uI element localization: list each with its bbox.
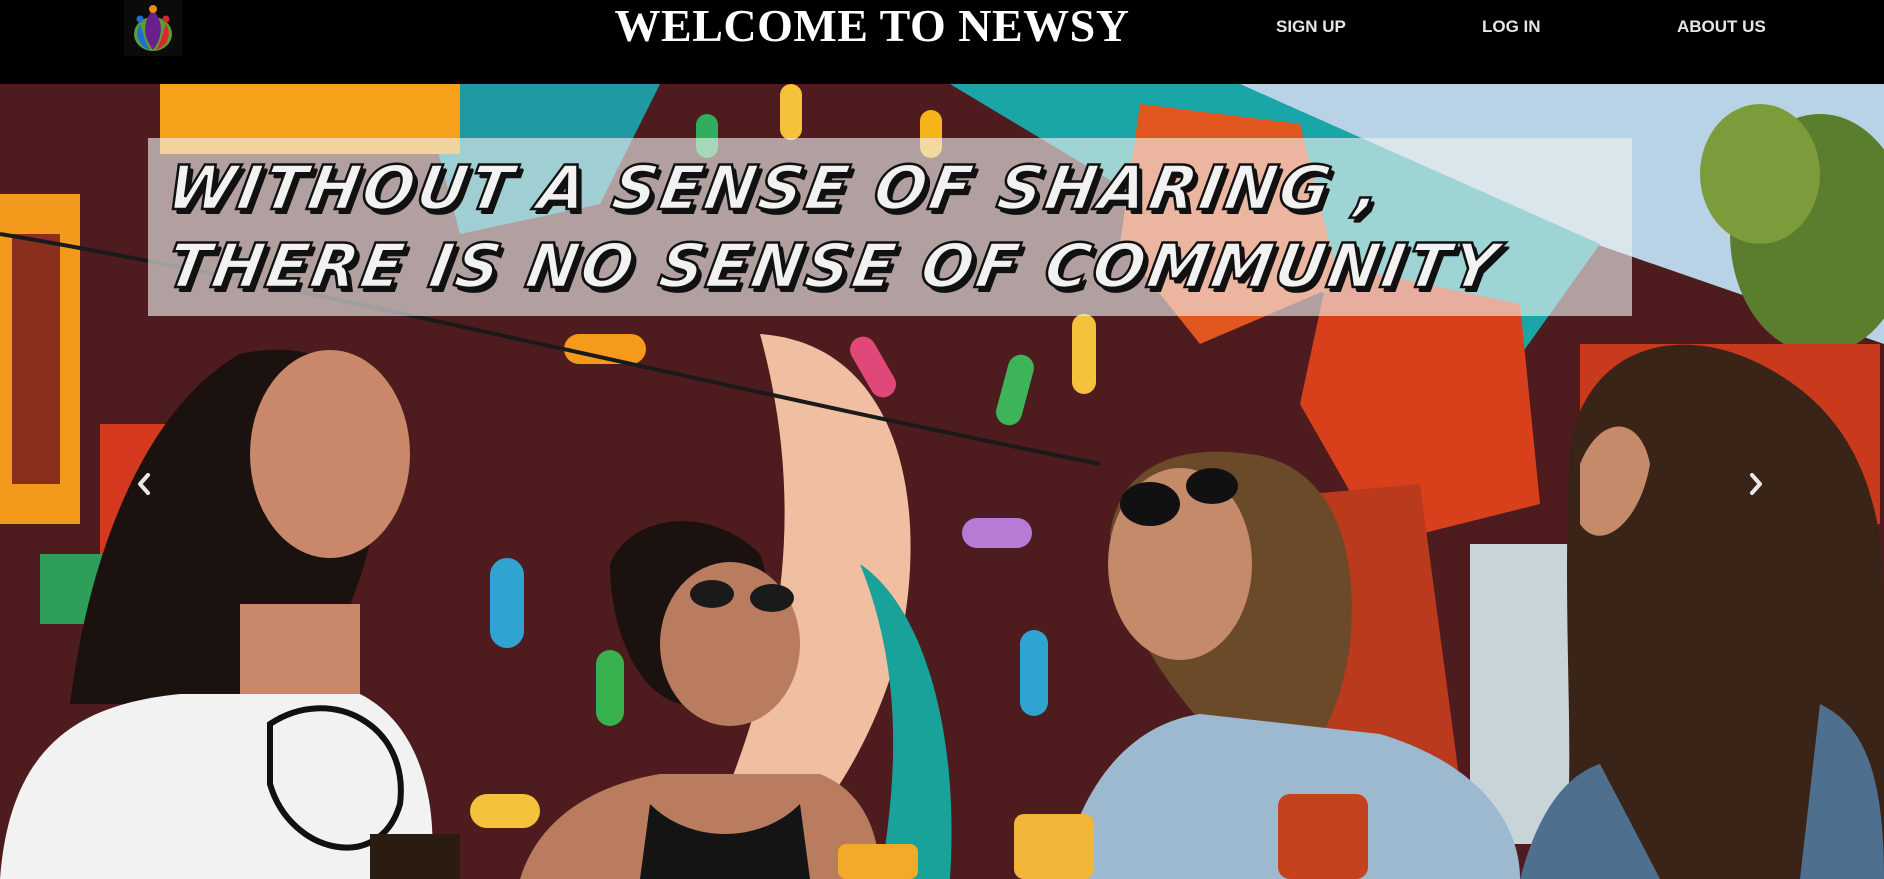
hero-caption: WITHOUT A SENSE OF SHARING , THERE IS NO…	[148, 138, 1632, 316]
nav-login-link[interactable]: LOG IN	[1482, 14, 1541, 40]
chevron-left-icon	[138, 473, 150, 495]
caption-line-1: WITHOUT A SENSE OF SHARING ,	[161, 152, 1391, 226]
carousel-next-button[interactable]	[1736, 464, 1776, 504]
people-logo-icon	[134, 5, 172, 51]
logo[interactable]	[124, 0, 182, 56]
caption-line-2: THERE IS NO SENSE OF COMMUNITY	[161, 230, 1508, 304]
hero-carousel: WITHOUT A SENSE OF SHARING , THERE IS NO…	[0, 84, 1884, 879]
site-title: WELCOME TO NEWSY	[614, 0, 1130, 51]
nav-signup-link[interactable]: SIGN UP	[1276, 14, 1346, 40]
navbar: WELCOME TO NEWSY SIGN UP LOG IN ABOUT US	[0, 0, 1884, 84]
carousel-prev-button[interactable]	[124, 464, 164, 504]
nav-about-link[interactable]: ABOUT US	[1677, 14, 1766, 40]
chevron-right-icon	[1750, 473, 1762, 495]
